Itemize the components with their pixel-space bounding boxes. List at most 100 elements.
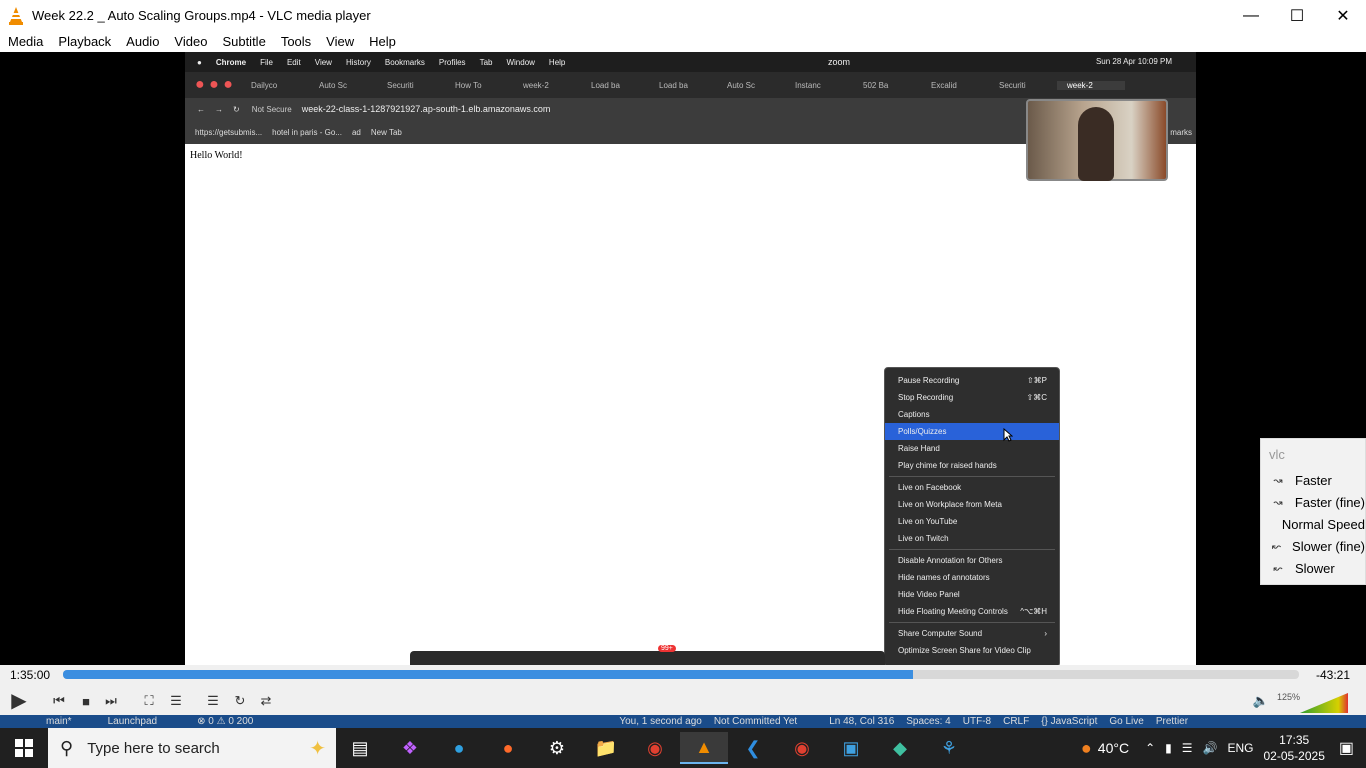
context-menu-item[interactable]: Pause Recording ⇧⌘P <box>885 372 1059 389</box>
context-menu-item[interactable]: Share Computer Sound › <box>885 625 1059 642</box>
context-menu-item[interactable]: Live on Workplace from Meta <box>885 496 1059 513</box>
task-view-icon[interactable]: ▤ <box>336 732 384 764</box>
app-icon[interactable]: ▣ <box>827 732 875 764</box>
chrome-tab: Load ba <box>591 80 620 90</box>
start-button[interactable] <box>0 728 48 768</box>
slower-icon: ↜ <box>1273 562 1283 575</box>
chrome-profile-icon[interactable]: ◉ <box>778 732 826 764</box>
mac-menu-item: Profiles <box>438 57 466 67</box>
search-highlight-icon: ✦ <box>309 737 326 760</box>
chrome-tabstrip: ● ● ● Dailyco Auto Sc Securiti How To we… <box>185 72 1196 98</box>
shuffle-icon[interactable]: ⇄ <box>255 690 277 712</box>
minimize-button[interactable]: — <box>1228 0 1274 31</box>
chrome-tab: Load ba <box>659 80 688 90</box>
chrome-icon[interactable]: ◉ <box>631 732 679 764</box>
speaker-icon[interactable]: 🔈 <box>1250 690 1272 712</box>
edge-icon[interactable]: ● <box>435 732 483 764</box>
context-menu-item[interactable]: Disable Annotation for Others <box>885 552 1059 569</box>
menu-separator <box>889 476 1055 477</box>
taskbar-clock[interactable]: 17:35 02-05-2025 <box>1263 732 1324 764</box>
context-menu-item[interactable]: Stop Recording ⇧⌘C <box>885 389 1059 406</box>
hello-world-text: Hello World! <box>190 150 243 161</box>
system-tray: ● 40°C ⌃ ▮ ☰ 🔊 ENG 17:35 02-05-2025 ▣ <box>1081 728 1366 768</box>
notification-badge: 99+ <box>658 645 676 652</box>
speed-slower[interactable]: ↜ Slower <box>1261 557 1365 579</box>
mac-menu-item: Edit <box>286 57 301 67</box>
context-menu-item[interactable]: Live on Facebook <box>885 479 1059 496</box>
playlist-icon[interactable]: ☰ <box>202 690 224 712</box>
menu-audio[interactable]: Audio <box>118 34 166 49</box>
speed-slower-fine[interactable]: ↜ Slower (fine) <box>1261 535 1365 557</box>
extended-settings-icon[interactable]: ☰ <box>165 690 187 712</box>
close-button[interactable]: ✕ <box>1320 0 1366 31</box>
postman-icon[interactable]: ● <box>484 732 532 764</box>
bookmark-item: https://getsubmis... <box>195 127 263 137</box>
menu-tools[interactable]: Tools <box>273 34 318 49</box>
menu-separator <box>889 549 1055 550</box>
clock-date: 02-05-2025 <box>1263 749 1325 763</box>
windows-logo-icon <box>15 739 33 757</box>
chrome-tab-active: week-2 <box>1057 80 1125 90</box>
context-menu-item[interactable]: Captions <box>885 406 1059 423</box>
wifi-icon: ☰ <box>1181 741 1193 755</box>
speed-faster-fine[interactable]: ↝ Faster (fine) <box>1261 491 1365 513</box>
context-menu-item[interactable]: Polls/Quizzes <box>885 423 1059 440</box>
fullscreen-icon[interactable]: ⛶ <box>138 690 160 712</box>
next-icon[interactable]: ⏭ <box>100 690 122 712</box>
menu-help[interactable]: Help <box>361 34 403 49</box>
status-item: {} JavaScript <box>1041 716 1098 727</box>
volume-percent: 125% <box>1277 692 1301 702</box>
menu-subtitle[interactable]: Subtitle <box>214 34 272 49</box>
play-button[interactable]: ▶ <box>6 687 32 713</box>
seek-bar[interactable] <box>63 670 1299 679</box>
menu-playback[interactable]: Playback <box>50 34 118 49</box>
status-item: Prettier <box>1155 716 1189 727</box>
vlc-taskbar-icon[interactable]: ▲ <box>680 732 728 764</box>
status-item: You, 1 second ago <box>619 716 702 727</box>
speed-normal[interactable]: Normal Speed <box>1261 513 1365 535</box>
context-menu-item[interactable]: Live on Twitch <box>885 530 1059 547</box>
context-menu-item[interactable]: Hide names of annotators <box>885 569 1059 586</box>
traffic-lights-icon: ● ● ● <box>195 76 233 93</box>
loop-icon[interactable]: ↻ <box>229 690 251 712</box>
volume-slider[interactable] <box>1300 693 1348 713</box>
video-area[interactable]: ● Chrome File Edit View History Bookmark… <box>0 52 1366 665</box>
bookmark-item: ad <box>351 127 361 137</box>
chrome-tab: 502 Ba <box>863 80 889 90</box>
url-text: week-22-class-1-1287921927.ap-south-1.el… <box>301 104 551 114</box>
chrome-tab: Securiti <box>387 80 414 90</box>
mouse-cursor-icon <box>1003 428 1013 442</box>
menu-separator <box>889 622 1055 623</box>
file-explorer-icon[interactable]: 📁 <box>582 732 630 764</box>
mac-menu-item: Help <box>548 57 566 67</box>
settings-icon[interactable]: ⚙ <box>533 732 581 764</box>
stop-icon[interactable]: ■ <box>75 690 97 712</box>
context-menu-item[interactable]: Hide Video Panel <box>885 586 1059 603</box>
vscode-icon[interactable]: ❮ <box>729 732 777 764</box>
network-tool-icon[interactable]: ⚘ <box>925 732 973 764</box>
bookmark-item: New Tab <box>370 127 402 137</box>
menu-view[interactable]: View <box>318 34 361 49</box>
mac-menu-item: View <box>314 57 332 67</box>
show-hidden-icons[interactable]: ⌃ <box>1145 741 1155 755</box>
seek-row: 1:35:00 -43:21 <box>0 665 1366 685</box>
menu-video[interactable]: Video <box>166 34 214 49</box>
previous-icon[interactable]: ⏮ <box>48 690 70 712</box>
context-menu-item[interactable]: Hide Floating Meeting Controls ^⌥⌘H <box>885 603 1059 620</box>
mac-clock: Sun 28 Apr 10:09 PM <box>1095 57 1172 66</box>
context-menu-item[interactable]: Live on YouTube <box>885 513 1059 530</box>
taskbar-search[interactable]: ⚲ Type here to search ✦ <box>48 728 336 768</box>
speed-faster[interactable]: ↝ Faster <box>1261 469 1365 491</box>
context-menu-item[interactable]: Optimize Screen Share for Video Clip <box>885 642 1059 659</box>
context-menu-item[interactable]: Play chime for raised hands <box>885 457 1059 474</box>
notifications-icon[interactable]: ▣ <box>1339 738 1354 758</box>
clock-time: 17:35 <box>1279 733 1310 747</box>
copilot-icon[interactable]: ❖ <box>386 732 434 764</box>
git-client-icon[interactable]: ◆ <box>876 732 924 764</box>
language-indicator[interactable]: ENG <box>1227 741 1253 755</box>
status-item: main* <box>46 716 72 727</box>
menu-media[interactable]: Media <box>0 34 50 49</box>
maximize-button[interactable]: ☐ <box>1274 0 1320 31</box>
context-menu-item[interactable]: Raise Hand <box>885 440 1059 457</box>
controls-bar: ▶ ⏮ ■ ⏭ ⛶ ☰ ☰ ↻ ⇄ 🔈 125% <box>0 685 1366 715</box>
